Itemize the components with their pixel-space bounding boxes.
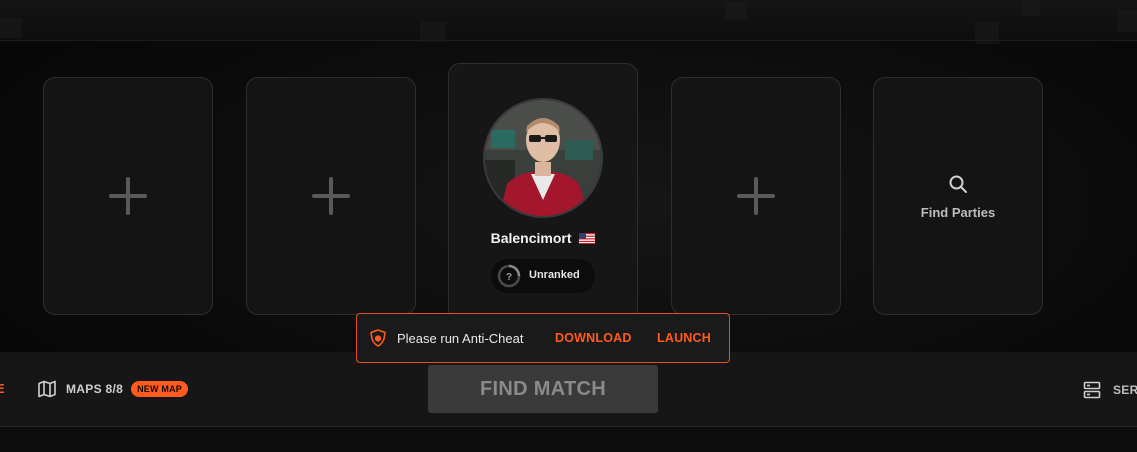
rank-badge[interactable]: ? Unranked [491, 259, 595, 293]
map-icon [38, 380, 56, 398]
find-parties-label: Find Parties [920, 205, 996, 220]
player-name-row: Balencimort [449, 230, 637, 247]
search-icon [949, 175, 967, 193]
maps-label: MAPS 8/8 [66, 382, 124, 396]
find-match-button[interactable]: FIND MATCH [428, 365, 658, 413]
new-map-badge: NEW MAP [131, 381, 188, 397]
anticheat-download-link[interactable]: DOWNLOAD [555, 331, 632, 345]
anticheat-message: Please run Anti-Cheat [397, 331, 524, 346]
find-parties-card[interactable]: Find Parties [873, 77, 1043, 315]
party-screen: Balencimort ? Unranked Find Parties E MA… [0, 0, 1137, 452]
us-flag-icon [579, 231, 596, 247]
party-slot-empty-1[interactable] [43, 77, 213, 315]
party-slot-empty-2[interactable] [246, 77, 416, 315]
plus-icon [109, 177, 147, 215]
anticheat-launch-link[interactable]: LAUNCH [657, 331, 711, 345]
player-name: Balencimort [490, 230, 572, 246]
footer-strip [0, 427, 1137, 452]
rank-icon: ? [497, 264, 521, 288]
player-card[interactable]: Balencimort ? Unranked [448, 63, 638, 343]
party-slot-empty-3[interactable] [671, 77, 841, 315]
top-band [0, 0, 1137, 44]
rank-label: Unranked [529, 269, 580, 281]
servers-label: SER [1113, 383, 1137, 397]
avatar[interactable] [483, 98, 603, 218]
server-icon [1083, 381, 1101, 399]
rank-icon-symbol: ? [506, 272, 512, 283]
plus-icon [312, 177, 350, 215]
plus-icon [737, 177, 775, 215]
anticheat-banner: Please run Anti-Cheat DOWNLOAD LAUNCH [356, 313, 730, 363]
left-tab-label[interactable]: E [0, 381, 5, 396]
maps-selector[interactable]: MAPS 8/8 NEW MAP [38, 378, 188, 400]
servers-selector[interactable]: SER [1083, 378, 1137, 402]
shield-icon [370, 329, 386, 347]
